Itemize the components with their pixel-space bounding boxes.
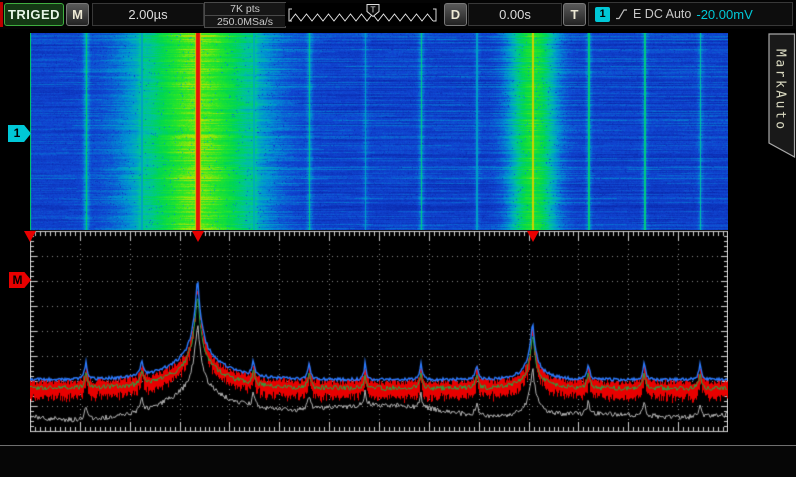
trigger-info-text: E DC Auto [633,7,691,21]
trigger-flag-label: T [370,5,375,15]
trigger-menu-button[interactable]: T [563,3,586,26]
freq-marker-triangle-90mhz [527,231,539,242]
delay-button[interactable]: D [444,3,467,26]
freq-marker-triangle-0mhz [24,231,36,242]
trigger-position-preview[interactable]: T [285,3,440,26]
markauto-tab-label: MarkAuto [773,49,788,132]
markauto-tab[interactable]: MarkAuto [768,33,796,159]
menu-button[interactable]: M [66,3,89,26]
bottom-status-bar: 1 500.00mV 1X 2 OFF M 10dBVrms 250.00MSa… [0,445,796,477]
spectrogram-canvas [30,33,728,230]
trigger-status-badge: TRIGED [4,3,64,26]
acquisition-info-box: 7K pts 250.0MSa/s [204,2,286,28]
sample-rate: 250.0MSa/s [205,16,285,28]
fft-spectrum-canvas [30,230,728,437]
delay-value[interactable]: 0.00s [468,3,562,26]
memory-depth: 7K pts [205,3,285,16]
math-reference-marker[interactable]: M [9,272,31,288]
trigger-level-value: -20.00mV [696,7,752,22]
left-edge-indicator [0,2,3,27]
top-status-bar: TRIGED M 2.00µs 7K pts 250.0MSa/s T D 0.… [0,0,796,29]
preview-right-bracket-icon [433,9,436,21]
rising-edge-icon [615,7,628,21]
waveform-preview-trace [290,14,433,21]
timebase-value[interactable]: 2.00µs [92,3,204,26]
trigger-source-badge: 1 [595,7,610,22]
freq-marker-triangle-30mhz [192,231,204,242]
ch1-position-marker[interactable]: 1 [8,125,31,142]
trigger-settings-box[interactable]: 1 E DC Auto -20.00mV [588,2,793,26]
oscilloscope-screen: TRIGED M 2.00µs 7K pts 250.0MSa/s T D 0.… [0,0,796,477]
